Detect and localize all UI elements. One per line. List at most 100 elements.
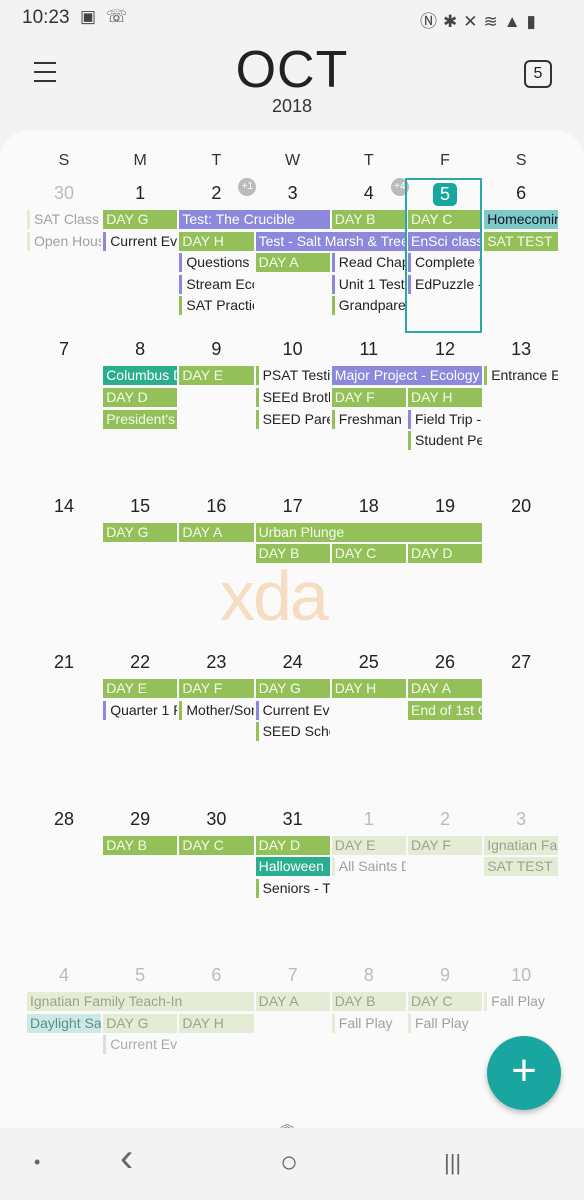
event-chip[interactable]: Current Eve bbox=[103, 231, 177, 251]
event-chip[interactable]: DAY B bbox=[103, 835, 178, 855]
event-chip[interactable]: SEED Parer bbox=[255, 409, 330, 429]
event-chip[interactable]: Daylight Sa bbox=[27, 1013, 102, 1033]
back-button[interactable]: ‹ bbox=[120, 1136, 133, 1181]
event-chip[interactable]: DAY A bbox=[255, 253, 330, 273]
day-number[interactable]: 6 bbox=[178, 965, 254, 986]
event-chip[interactable]: DAY G bbox=[103, 1013, 178, 1033]
event-chip[interactable]: SAT TEST bbox=[484, 857, 559, 877]
event-chip[interactable]: Test: The Crucible bbox=[179, 210, 330, 229]
event-chip[interactable]: President's bbox=[103, 409, 178, 429]
event-chip[interactable]: End of 1st Q bbox=[408, 700, 483, 720]
event-chip[interactable]: DAY B bbox=[331, 210, 406, 229]
add-event-button[interactable]: + bbox=[487, 1036, 561, 1110]
event-chip[interactable]: DAY E bbox=[103, 679, 178, 699]
event-chip[interactable]: DAY G bbox=[255, 679, 330, 699]
event-chip[interactable]: DAY A bbox=[179, 522, 254, 542]
event-chip[interactable]: Current Eve bbox=[255, 700, 330, 720]
event-chip[interactable]: Fall Play bbox=[408, 1013, 482, 1033]
event-chip[interactable]: DAY F bbox=[179, 679, 254, 699]
event-chip[interactable]: Ignatian Family Teach-In bbox=[27, 992, 254, 1011]
day-number[interactable]: 24 bbox=[255, 652, 331, 673]
event-chip[interactable]: Quarter 1 F bbox=[103, 700, 177, 720]
day-number[interactable]: 18 bbox=[331, 496, 407, 517]
day-number[interactable]: 15 bbox=[102, 496, 178, 517]
day-number[interactable]: 7 bbox=[255, 965, 331, 986]
event-chip[interactable]: SAT Class bbox=[27, 210, 101, 229]
day-number[interactable]: 5 bbox=[102, 965, 178, 986]
event-chip[interactable]: Seniors - Ti bbox=[255, 878, 330, 898]
day-number[interactable]: 26 bbox=[407, 652, 483, 673]
day-number[interactable]: 9 bbox=[407, 965, 483, 986]
event-chip[interactable]: Freshman F bbox=[331, 409, 406, 429]
event-chip[interactable]: Major Project - Ecology bbox=[331, 366, 483, 386]
event-chip[interactable]: Halloween bbox=[255, 857, 330, 877]
event-chip[interactable]: SEED Scho bbox=[255, 722, 330, 742]
day-number[interactable]: 8 bbox=[331, 965, 407, 986]
event-chip[interactable]: Fall Play bbox=[331, 1013, 406, 1033]
day-number[interactable]: 17 bbox=[255, 496, 331, 517]
event-chip[interactable]: DAY H bbox=[179, 1013, 254, 1033]
day-number[interactable]: 19 bbox=[407, 496, 483, 517]
day-number[interactable]: 14 bbox=[26, 496, 102, 517]
day-number[interactable]: 8 bbox=[102, 339, 178, 360]
event-chip[interactable]: Stream Eco bbox=[179, 274, 254, 294]
day-number[interactable]: 7 bbox=[26, 339, 102, 360]
event-chip[interactable]: DAY D bbox=[408, 544, 483, 564]
event-chip[interactable]: Current Eve bbox=[103, 1035, 177, 1055]
event-chip[interactable]: PSAT Testi bbox=[255, 366, 330, 386]
event-chip[interactable]: DAY A bbox=[408, 679, 483, 699]
day-number[interactable]: 21 bbox=[26, 652, 102, 673]
day-number[interactable]: 28 bbox=[26, 809, 102, 830]
event-chip[interactable]: All Saints D bbox=[331, 857, 406, 877]
day-number[interactable]: 29 bbox=[102, 809, 178, 830]
home-button[interactable]: ○ bbox=[280, 1146, 298, 1180]
event-chip[interactable]: DAY F bbox=[331, 388, 406, 407]
event-chip[interactable]: DAY A bbox=[255, 992, 330, 1011]
day-number[interactable]: 10 bbox=[255, 339, 331, 360]
event-chip[interactable]: Fall Play bbox=[484, 992, 558, 1011]
event-chip[interactable]: Open Hous bbox=[27, 231, 101, 251]
event-chip[interactable]: DAY D bbox=[255, 835, 330, 855]
month-title[interactable]: OCT bbox=[0, 40, 584, 100]
event-chip[interactable]: DAY E bbox=[331, 835, 406, 855]
event-chip[interactable]: Grandparen bbox=[331, 296, 406, 316]
day-number[interactable]: 30 bbox=[178, 809, 254, 830]
event-chip[interactable]: Entrance Ex bbox=[484, 366, 558, 386]
day-number[interactable]: 11 bbox=[331, 339, 407, 360]
day-number[interactable]: 3 bbox=[483, 809, 559, 830]
day-number[interactable]: 2 bbox=[407, 809, 483, 830]
day-number[interactable]: 22 bbox=[102, 652, 178, 673]
day-number[interactable]: 25 bbox=[331, 652, 407, 673]
event-chip[interactable]: DAY C bbox=[408, 992, 483, 1011]
day-number[interactable]: 23 bbox=[178, 652, 254, 673]
day-number[interactable]: 1 bbox=[102, 183, 178, 204]
day-number[interactable]: 20 bbox=[483, 496, 559, 517]
event-chip[interactable]: DAY G bbox=[103, 522, 178, 542]
event-chip[interactable]: DAY H bbox=[408, 388, 483, 407]
dot-icon[interactable]: • bbox=[34, 1152, 40, 1173]
day-number[interactable]: 16 bbox=[178, 496, 254, 517]
event-chip[interactable]: DAY E bbox=[179, 366, 254, 386]
day-number[interactable]: 10 bbox=[483, 965, 559, 986]
day-number[interactable]: 3 bbox=[255, 183, 331, 204]
recents-button[interactable]: ||| bbox=[444, 1150, 461, 1176]
event-chip[interactable]: Test - Salt Marsh & Tree bbox=[255, 231, 406, 251]
event-chip[interactable]: Read Chapt bbox=[331, 253, 406, 273]
event-chip[interactable]: DAY C bbox=[179, 835, 254, 855]
day-number[interactable]: 9 bbox=[178, 339, 254, 360]
event-chip[interactable]: SEEd Broth bbox=[255, 388, 330, 407]
event-chip[interactable]: DAY H bbox=[331, 679, 406, 699]
event-chip[interactable]: DAY B bbox=[331, 992, 406, 1011]
event-chip[interactable]: Field Trip - bbox=[408, 409, 482, 429]
event-chip[interactable]: DAY C bbox=[331, 544, 406, 564]
event-chip[interactable]: Urban Plunge bbox=[255, 522, 483, 542]
day-number[interactable]: 13 bbox=[483, 339, 559, 360]
event-chip[interactable]: Columbus D bbox=[103, 366, 178, 386]
event-chip[interactable]: Student Pe bbox=[408, 431, 482, 451]
event-chip[interactable]: SAT TEST bbox=[484, 231, 559, 251]
event-chip[interactable]: DAY H bbox=[179, 231, 254, 251]
event-chip[interactable]: DAY G bbox=[103, 210, 178, 229]
event-chip[interactable]: Unit 1 Test: bbox=[331, 274, 406, 294]
day-number[interactable]: 4 bbox=[26, 965, 102, 986]
event-chip[interactable]: Homecomin bbox=[484, 210, 559, 229]
